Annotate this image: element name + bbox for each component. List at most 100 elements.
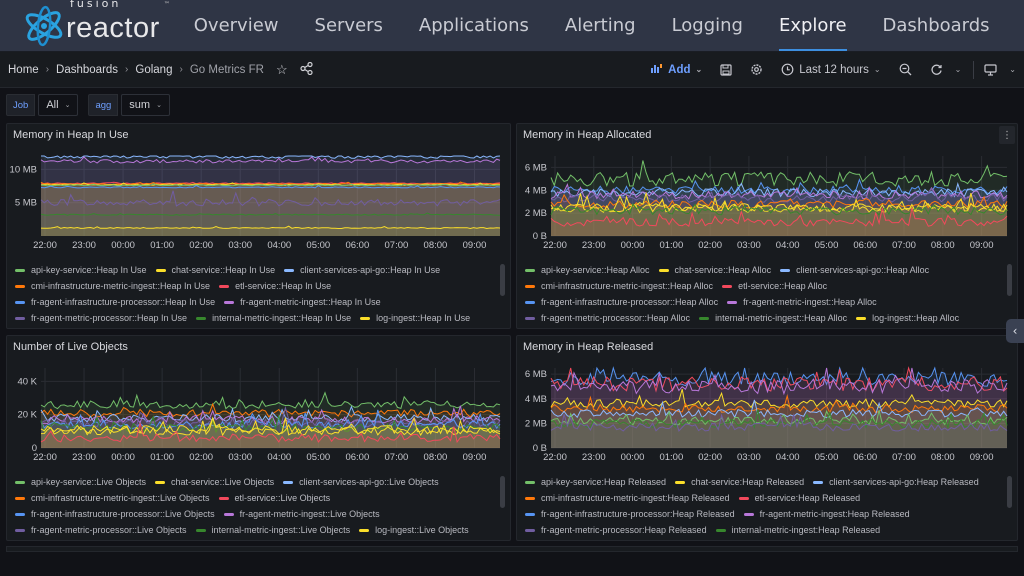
variable-select-job[interactable]: All ⌄: [38, 94, 79, 116]
legend-scrollbar[interactable]: [500, 476, 505, 508]
legend-row: api-key-service::Live Objects chat-servic…: [15, 474, 496, 490]
gear-icon: [751, 64, 762, 75]
collapse-sidebar-handle[interactable]: ‹: [1006, 319, 1024, 343]
x-tick-label: 09:00: [463, 240, 487, 251]
legend-color-swatch: [15, 300, 25, 304]
legend-row: api-key-service::Heap Alloc chat-service:…: [525, 262, 1003, 278]
timeseries-chart[interactable]: 22:00 23:00 00:00 01:00 02:00 03:00 04:00 05:00…: [7, 356, 510, 468]
legend-item[interactable]: client-services-api-go:Heap Released: [813, 477, 979, 487]
dashboard-settings-button[interactable]: [750, 63, 763, 76]
atom-logo-icon: [25, 5, 63, 46]
breadcrumb-golang[interactable]: Golang: [135, 64, 172, 76]
timeseries-chart[interactable]: 22:00 23:00 00:00 01:00 02:00 03:00 04:00 05:00…: [517, 144, 1017, 256]
legend-item[interactable]: client-services-api-go::Heap Alloc: [780, 265, 929, 275]
legend-item[interactable]: internal-metric-ingest::Live Objects: [195, 525, 350, 535]
legend-item[interactable]: etl-service::Heap In Use: [219, 281, 331, 291]
legend-item[interactable]: fr-agent-metric-ingest::Live Objects: [223, 509, 380, 519]
x-tick-label: 04:00: [267, 240, 291, 251]
variable-label-agg: agg: [88, 94, 119, 116]
legend-item[interactable]: etl-service::Live Objects: [218, 493, 330, 503]
legend-item[interactable]: client-services-api-go::Live Objects: [283, 477, 439, 487]
legend-label: chat-service::Heap In Use: [171, 265, 276, 275]
legend-item[interactable]: fr-agent-metric-processor::Heap In Use: [15, 313, 187, 323]
legend-scrollbar[interactable]: [1007, 476, 1012, 508]
legend-label: api-key-service::Heap In Use: [31, 265, 147, 275]
refresh-interval-dropdown[interactable]: ⌄: [955, 65, 962, 74]
legend-item[interactable]: fr-agent-infrastructure-processor::Heap …: [15, 297, 215, 307]
nav-logging[interactable]: Logging: [672, 0, 743, 52]
panel-title[interactable]: Memory in Heap Released: [523, 341, 653, 353]
nav-dashboards[interactable]: Dashboards: [883, 0, 990, 52]
panel-menu-button[interactable]: ⋮: [999, 126, 1015, 144]
legend-scrollbar[interactable]: [500, 264, 505, 296]
timeseries-chart[interactable]: 22:00 23:00 00:00 01:00 02:00 03:00 04:00 05:00…: [7, 144, 510, 256]
breadcrumb-home[interactable]: Home: [8, 64, 39, 76]
time-range-picker[interactable]: Last 12 hours ⌄: [781, 63, 881, 76]
legend-item[interactable]: internal-metric-ingest::Heap Alloc: [699, 313, 847, 323]
legend-item[interactable]: chat-service::Heap Alloc: [658, 265, 771, 275]
x-tick-label: 08:00: [931, 240, 955, 251]
legend-item[interactable]: cmi-infrastructure-metric-ingest::Heap A…: [525, 281, 713, 291]
legend-item[interactable]: chat-service:Heap Released: [675, 477, 804, 487]
breadcrumb: Home › Dashboards › Golang › Go Metrics …: [8, 61, 313, 78]
tv-monitor-icon: [984, 63, 997, 76]
legend-item[interactable]: fr-agent-metric-ingest:Heap Released: [743, 509, 910, 519]
star-icon[interactable]: ☆: [276, 62, 288, 78]
legend-scrollbar[interactable]: [1007, 264, 1012, 296]
view-mode-button[interactable]: [984, 63, 997, 76]
chart-legend: api-key-service::Live Objects chat-servic…: [15, 474, 496, 536]
legend-item[interactable]: etl-service::Heap Alloc: [722, 281, 827, 291]
legend-item[interactable]: fr-agent-metric-processor::Live Objects: [15, 525, 187, 535]
legend-item[interactable]: internal-metric-ingest::Heap In Use: [196, 313, 351, 323]
legend-item[interactable]: client-services-api-go::Heap In Use: [284, 265, 440, 275]
legend-item[interactable]: log-ingest::Heap In Use: [360, 313, 470, 323]
save-dashboard-button[interactable]: [720, 63, 732, 76]
legend-item[interactable]: cmi-infrastructure-metric-ingest::Live O…: [15, 493, 210, 503]
panel-title[interactable]: Number of Live Objects: [13, 341, 128, 353]
legend-item[interactable]: api-key-service:Heap Released: [525, 477, 666, 487]
next-panel-row: [6, 546, 1018, 552]
panel-title[interactable]: Memory in Heap In Use: [13, 129, 129, 141]
breadcrumb-dashboards[interactable]: Dashboards: [56, 64, 118, 76]
chevron-down-icon: ⌄: [695, 65, 703, 74]
legend-item[interactable]: chat-service::Live Objects: [155, 477, 274, 487]
legend-color-swatch: [223, 512, 234, 516]
legend-item[interactable]: internal-metric-ingest:Heap Released: [715, 525, 881, 535]
zoom-out-button[interactable]: [899, 63, 912, 76]
view-mode-dropdown[interactable]: ⌄: [1009, 65, 1016, 74]
nav-applications[interactable]: Applications: [419, 0, 529, 52]
legend-item[interactable]: fr-agent-infrastructure-processor::Live …: [15, 509, 215, 519]
legend-item[interactable]: api-key-service::Heap In Use: [15, 265, 147, 275]
share-icon[interactable]: [300, 61, 313, 78]
refresh-button[interactable]: [930, 63, 943, 76]
nav-alerting[interactable]: Alerting: [565, 0, 636, 52]
legend-row: fr-agent-infrastructure-processor:Heap R…: [525, 506, 1003, 522]
legend-item[interactable]: fr-agent-infrastructure-processor:Heap R…: [525, 509, 735, 519]
nav-explore[interactable]: Explore: [778, 0, 847, 52]
variable-select-agg[interactable]: sum ⌄: [121, 94, 170, 116]
timeseries-chart[interactable]: 22:00 23:00 00:00 01:00 02:00 03:00 04:00 05:00…: [517, 356, 1017, 468]
legend-item[interactable]: fr-agent-metric-processor:Heap Released: [525, 525, 707, 535]
nav-overview[interactable]: Overview: [194, 0, 279, 52]
nav-servers[interactable]: Servers: [315, 0, 383, 52]
legend-item[interactable]: cmi-infrastructure-metric-ingest::Heap I…: [15, 281, 210, 291]
legend-item[interactable]: fr-agent-infrastructure-processor::Heap …: [525, 297, 718, 307]
panel-title[interactable]: Memory in Heap Allocated: [523, 129, 651, 141]
legend-color-swatch: [743, 512, 754, 516]
fusionreactor-logo[interactable]: fusion reactor ™: [0, 0, 170, 52]
x-tick-label: 00:00: [111, 452, 135, 463]
legend-item[interactable]: chat-service::Heap In Use: [155, 265, 276, 275]
add-button[interactable]: Add ⌄: [651, 63, 702, 76]
legend-item[interactable]: cmi-infrastructure-metric-ingest:Heap Re…: [525, 493, 730, 503]
legend-item[interactable]: fr-agent-metric-processor::Heap Alloc: [525, 313, 690, 323]
legend-label: internal-metric-ingest:Heap Released: [731, 525, 881, 535]
legend-item[interactable]: log-ingest::Live Objects: [359, 525, 469, 535]
legend-item[interactable]: api-key-service::Live Objects: [15, 477, 146, 487]
legend-item[interactable]: fr-agent-metric-ingest::Heap Alloc: [727, 297, 877, 307]
legend-label: log-ingest::Live Objects: [375, 525, 469, 535]
clock-icon: [781, 63, 794, 76]
legend-item[interactable]: log-ingest::Heap Alloc: [856, 313, 959, 323]
legend-item[interactable]: etl-service:Heap Released: [738, 493, 860, 503]
legend-item[interactable]: api-key-service::Heap Alloc: [525, 265, 650, 275]
legend-item[interactable]: fr-agent-metric-ingest::Heap In Use: [224, 297, 381, 307]
